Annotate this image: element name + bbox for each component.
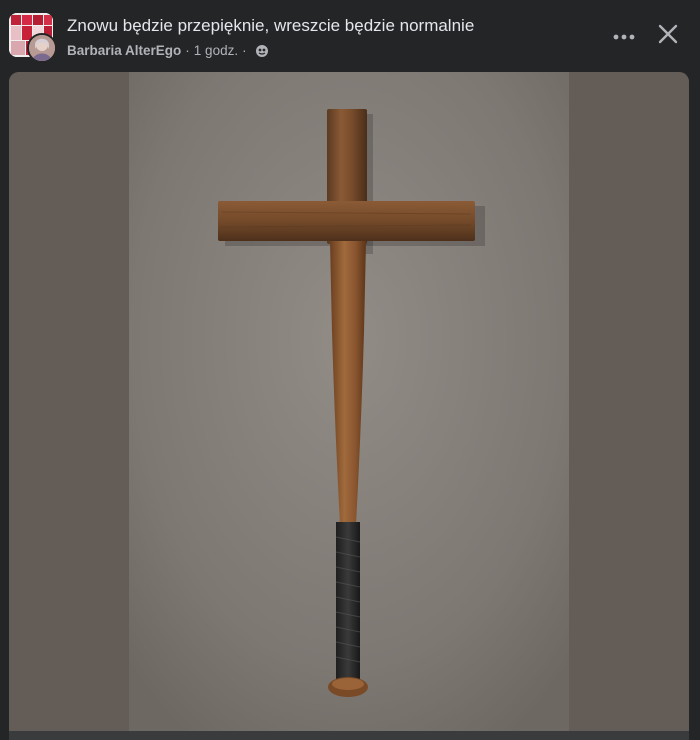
post-image[interactable] (9, 72, 689, 740)
close-button[interactable] (648, 16, 688, 56)
meta-separator: · (185, 43, 190, 58)
meta-separator-2: · (242, 43, 247, 58)
globe-icon (255, 44, 269, 58)
more-options-button[interactable] (604, 20, 644, 52)
post-header: Znowu będzie przepięknie, wreszcie będzi… (0, 0, 700, 72)
post-meta: Barbaria AlterEgo · 1 godz. · (67, 43, 269, 58)
post-title[interactable]: Znowu będzie przepięknie, wreszcie będzi… (67, 16, 474, 36)
close-icon (658, 24, 678, 49)
user-avatar[interactable] (27, 33, 57, 63)
image-bottom-strip (9, 731, 689, 740)
more-icon (613, 27, 635, 45)
post-dialog: Znowu będzie przepięknie, wreszcie będzi… (0, 0, 700, 740)
avatar-group[interactable] (9, 13, 57, 63)
post-time[interactable]: 1 godz. (194, 43, 238, 58)
cross-bat-image (9, 72, 689, 740)
author-name[interactable]: Barbaria AlterEgo (67, 43, 181, 58)
